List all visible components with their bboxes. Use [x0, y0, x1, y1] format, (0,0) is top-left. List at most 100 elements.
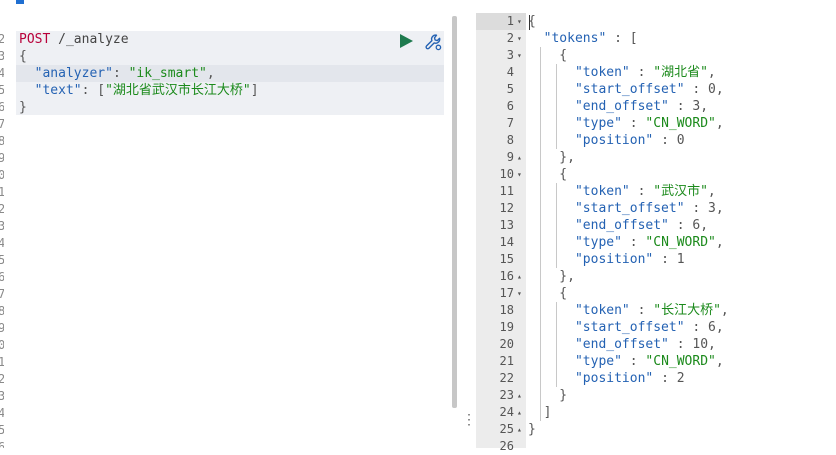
- response-line-number: 21: [499, 354, 514, 368]
- json-key: "end_offset": [574, 99, 669, 114]
- fold-arrow-down-icon[interactable]: ▾: [517, 30, 522, 47]
- indent-guide: [556, 302, 557, 387]
- gutter-line-number: 8: [0, 134, 4, 148]
- fold-arrow-up-icon[interactable]: ▴: [517, 404, 522, 421]
- response-line-number: 19: [499, 320, 514, 334]
- json-key: "type": [574, 116, 622, 131]
- json-key: "token": [574, 184, 630, 199]
- gutter-line-number: 2: [0, 372, 4, 386]
- response-line: "type" : "CN_WORD",: [528, 115, 724, 132]
- response-line-number: 10: [499, 167, 514, 181]
- wrench-icon[interactable]: [424, 33, 442, 51]
- response-line: }: [528, 387, 567, 404]
- code-token: :: [629, 303, 654, 318]
- http-method: POST: [19, 32, 51, 47]
- json-key: "start_offset": [574, 82, 685, 97]
- indent-guide: [540, 47, 541, 421]
- request-editor[interactable]: 2 3 4 5 6 7 8 9 0 1 2 3 4 5 6 7 8 9 0 1 2 3 4 5 6 POST /_analyze…: [0, 0, 452, 448]
- fold-arrow-up-icon[interactable]: ▴: [517, 268, 522, 285]
- response-line: {: [528, 285, 567, 302]
- response-line-number: 2: [506, 31, 514, 45]
- response-line-number: 5: [506, 82, 514, 96]
- code-token: {: [19, 49, 27, 64]
- code-token: ,: [715, 116, 724, 131]
- code-token: : 10,: [668, 337, 716, 352]
- code-token: : 1: [653, 252, 685, 267]
- response-viewer[interactable]: 1 2 3 4 5 6 7 8 9 10 11 12 13 14 15 16 17 18 19 20 21 22 23 24 2…: [476, 13, 836, 453]
- json-key: "tokens": [543, 31, 607, 46]
- response-line-number: 26: [499, 439, 514, 453]
- response-line-number: 8: [506, 133, 514, 147]
- response-line: "type" : "CN_WORD",: [528, 234, 724, 251]
- request-body-line: }: [19, 99, 27, 116]
- response-line: },: [528, 149, 575, 166]
- code-token: : 0,: [684, 82, 724, 97]
- response-line-number: 14: [499, 235, 514, 249]
- fold-arrow-down-icon[interactable]: ▾: [517, 47, 522, 64]
- code-token: : 6,: [684, 320, 724, 335]
- json-string: "ik_smart": [128, 66, 207, 81]
- code-token: : 3,: [668, 99, 709, 114]
- json-key: "text": [34, 83, 82, 98]
- fold-arrow-up-icon[interactable]: ▴: [517, 387, 522, 404]
- json-key: "analyzer": [34, 66, 113, 81]
- response-line: },: [528, 268, 575, 285]
- response-line-number: 17: [499, 286, 514, 300]
- gutter-line-number: 5: [0, 253, 4, 267]
- json-string: "湖北省武汉市长江大桥": [105, 83, 251, 98]
- code-token: :: [629, 65, 654, 80]
- json-key: "token": [574, 303, 630, 318]
- request-gutter: 2 3 4 5 6 7 8 9 0 1 2 3 4 5 6 7 8 9 0 1 2 3 4 5 6: [0, 0, 16, 448]
- fold-arrow-down-icon[interactable]: ▾: [517, 166, 522, 183]
- pane-resize-handle[interactable]: ⋮: [462, 410, 476, 430]
- response-line-number: 1: [506, 14, 514, 28]
- response-line-number: 12: [499, 201, 514, 215]
- code-token: : 3,: [684, 201, 724, 216]
- fold-arrow-down-icon[interactable]: ▾: [517, 13, 522, 30]
- code-token: :: [629, 184, 654, 199]
- gutter-line-number: 6: [0, 100, 4, 114]
- code-token: }: [528, 422, 536, 437]
- response-line-number: 25: [499, 422, 514, 436]
- code-token: :: [621, 354, 646, 369]
- response-line: }: [528, 421, 536, 438]
- gutter-line-number: 3: [0, 219, 4, 233]
- response-line-number: 4: [506, 65, 514, 79]
- response-line: "position" : 1: [528, 251, 685, 268]
- json-key: "start_offset": [574, 320, 685, 335]
- gutter-line-number: 5: [0, 83, 4, 97]
- response-line-number: 16: [499, 269, 514, 283]
- json-string: "CN_WORD": [645, 354, 716, 369]
- response-line-number: 20: [499, 337, 514, 351]
- editor-scrollbar[interactable]: [452, 16, 457, 408]
- json-key: "type": [574, 354, 622, 369]
- request-body-line: "text": ["湖北省武汉市长江大桥"]: [19, 82, 259, 99]
- code-token: :: [112, 66, 129, 81]
- response-line-number: 22: [499, 371, 514, 385]
- response-line: {: [528, 47, 567, 64]
- fold-arrow-up-icon[interactable]: ▴: [517, 421, 522, 438]
- gutter-line-number: 1: [0, 185, 4, 199]
- play-icon[interactable]: [398, 33, 414, 49]
- fold-arrow-down-icon[interactable]: ▾: [517, 285, 522, 302]
- response-line: "end_offset" : 6,: [528, 217, 708, 234]
- json-string: "武汉市": [653, 184, 708, 199]
- fold-arrow-up-icon[interactable]: ▴: [517, 149, 522, 166]
- json-key: "type": [574, 235, 622, 250]
- response-line-number: 15: [499, 252, 514, 266]
- response-line: {: [528, 166, 567, 183]
- code-token: : 0: [653, 133, 685, 148]
- json-string: "长江大桥": [653, 303, 721, 318]
- gutter-line-number: 3: [0, 389, 4, 403]
- response-line: "token" : "长江大桥",: [528, 302, 729, 319]
- response-line: "start_offset" : 3,: [528, 200, 724, 217]
